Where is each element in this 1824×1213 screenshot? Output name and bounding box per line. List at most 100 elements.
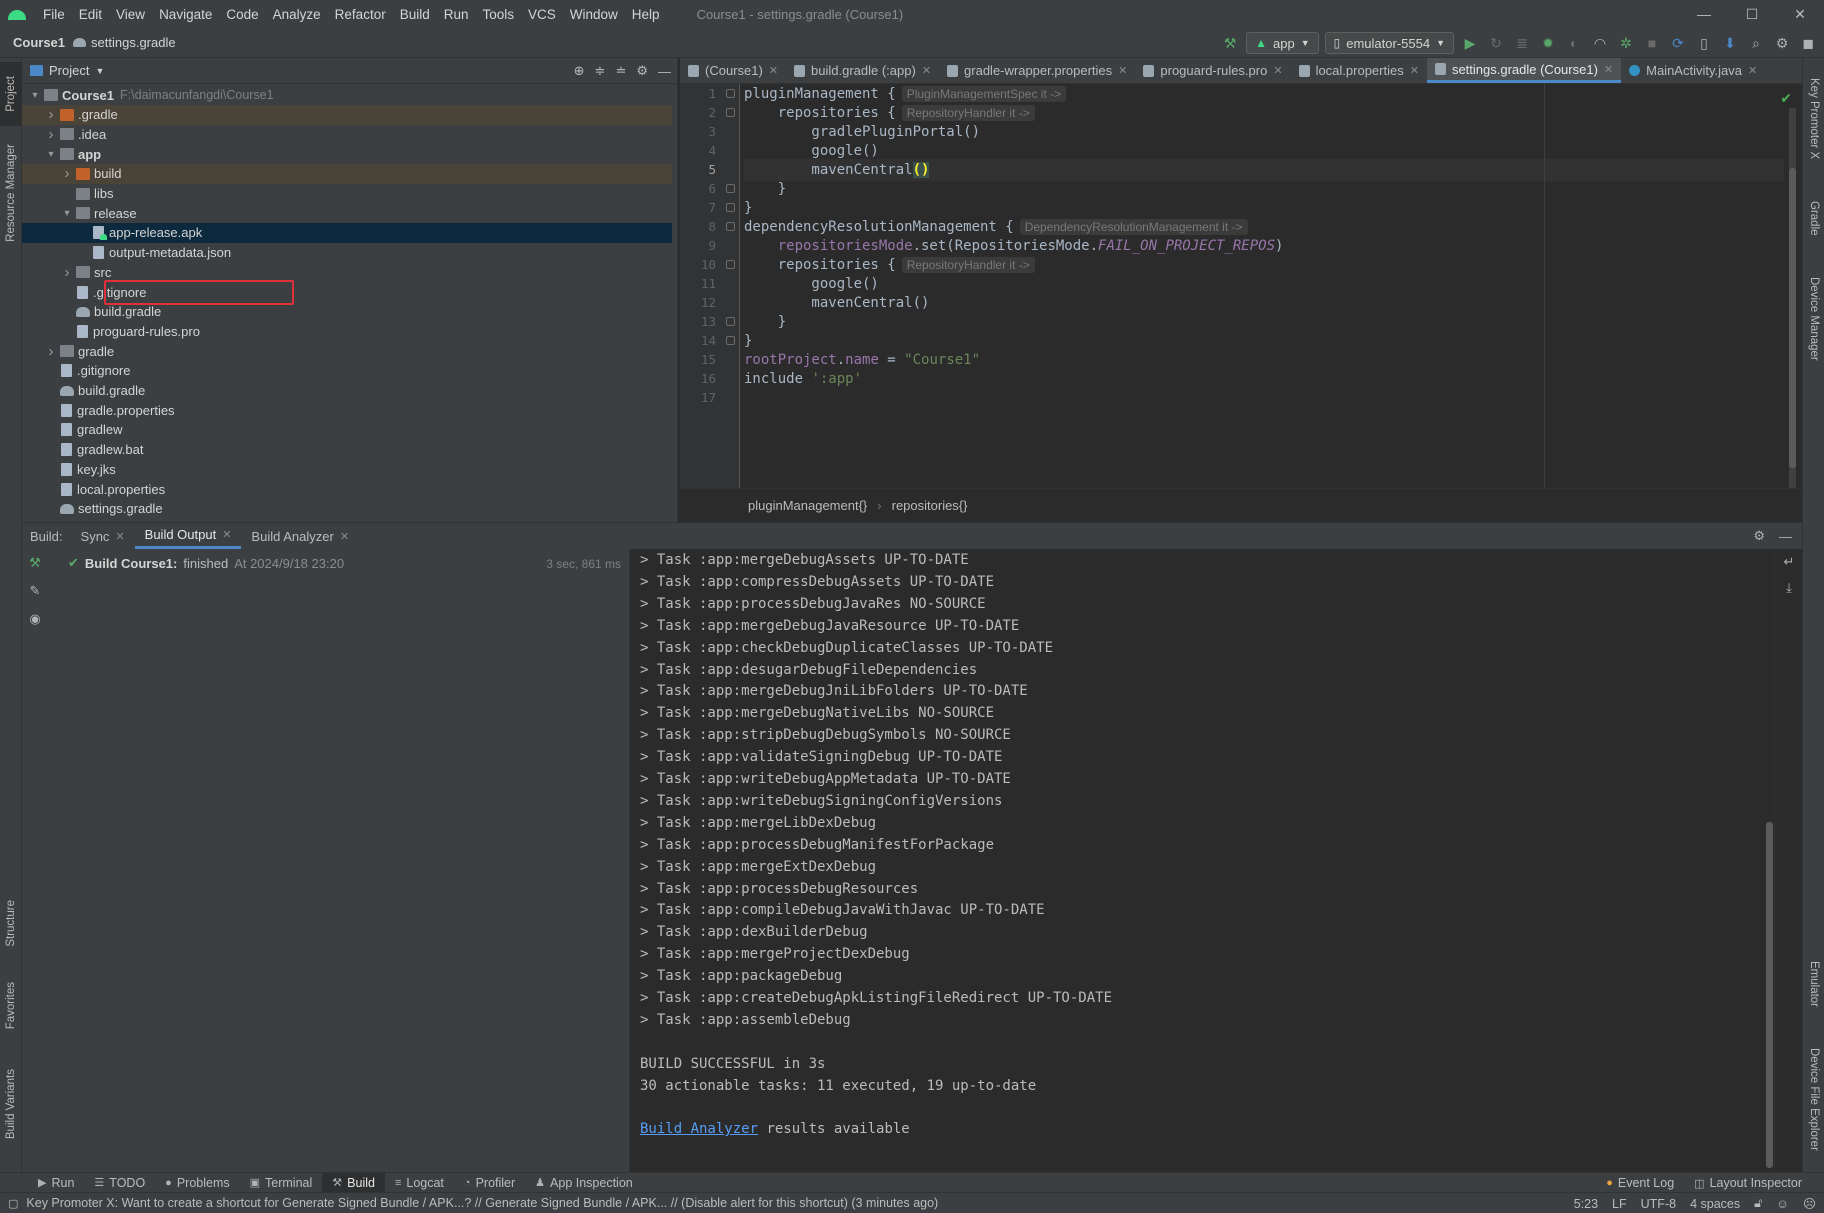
no-problems-check-icon[interactable]: ✔ — [1780, 90, 1792, 107]
menu-refactor[interactable]: Refactor — [328, 7, 393, 22]
lock-icon[interactable]: 🔓︎ — [1754, 1196, 1762, 1211]
account-icon[interactable]: ◼ — [1798, 33, 1818, 53]
bottom-tool-event-log[interactable]: ● Event Log — [1596, 1173, 1684, 1193]
tree-item[interactable]: key.jks — [22, 459, 672, 479]
tree-item[interactable]: ▾ release — [22, 203, 672, 223]
gradle-sync-icon[interactable]: ⟳ — [1668, 33, 1688, 53]
editor-tab[interactable]: proguard-rules.pro ✕ — [1135, 58, 1290, 83]
editor-tab[interactable]: (Course1) ✕ — [680, 58, 786, 83]
bottom-tool-build[interactable]: ⚒ Build — [322, 1172, 385, 1193]
pin-icon[interactable]: ✎ — [22, 577, 48, 605]
line-separator[interactable]: LF — [1612, 1197, 1627, 1211]
tree-item[interactable]: local.properties — [22, 479, 672, 499]
fold-marker-icon[interactable] — [726, 89, 735, 98]
project-view-select[interactable]: Project ▼ — [30, 63, 104, 78]
build-tab[interactable]: Build Output ✕ — [134, 523, 242, 549]
tree-item[interactable]: build.gradle — [22, 302, 672, 322]
editor-tab[interactable]: gradle-wrapper.properties ✕ — [939, 58, 1135, 83]
code-area[interactable]: pluginManagement {PluginManagementSpec i… — [744, 84, 1784, 488]
editor-tab[interactable]: MainActivity.java ✕ — [1621, 58, 1765, 83]
build-output-scrollbar[interactable] — [1766, 822, 1773, 1168]
bottom-tool-profiler[interactable]: ◔ Profiler — [454, 1173, 525, 1193]
editor-tab[interactable]: local.properties ✕ — [1291, 58, 1427, 83]
chevron-right-icon[interactable]: › — [60, 264, 74, 281]
menu-build[interactable]: Build — [393, 7, 437, 22]
gear-icon[interactable]: ⚙ — [636, 63, 648, 79]
menu-code[interactable]: Code — [219, 7, 265, 22]
fold-marker-icon[interactable] — [726, 203, 735, 212]
close-tab-icon[interactable]: ✕ — [769, 64, 778, 77]
chevron-right-icon[interactable]: › — [44, 106, 58, 123]
tool-window-structure[interactable]: Structure — [0, 888, 22, 958]
rerun-icon[interactable]: ↻ — [1486, 33, 1506, 53]
profile-icon[interactable]: ◠ — [1590, 33, 1610, 53]
gear-icon[interactable]: ⚙ — [1772, 33, 1792, 53]
nav-file[interactable]: settings.gradle — [73, 35, 176, 50]
locate-file-icon[interactable]: ⊕ — [574, 63, 585, 79]
menu-analyze[interactable]: Analyze — [266, 7, 328, 22]
menu-file[interactable]: File — [36, 7, 72, 22]
menu-view[interactable]: View — [109, 7, 152, 22]
chevron-right-icon[interactable]: › — [44, 126, 58, 143]
smiley-icon[interactable]: ☺ — [1776, 1197, 1789, 1211]
notifications-icon[interactable]: ☹ — [1803, 1196, 1816, 1211]
tool-window-project[interactable]: Project — [0, 62, 22, 126]
fold-marker-icon[interactable] — [726, 222, 735, 231]
editor-tab[interactable]: settings.gradle (Course1) ✕ — [1426, 58, 1622, 83]
bottom-tool-layout-inspector[interactable]: ◫ Layout Inspector — [1684, 1173, 1812, 1193]
tree-item[interactable]: app-release.apk — [22, 222, 672, 243]
build-status-row[interactable]: ✔ Build Course1: finished At 2024/9/18 2… — [68, 555, 344, 571]
scroll-to-end-icon[interactable]: ⤓ — [1775, 575, 1803, 601]
debug-icon[interactable]: ✹ — [1538, 33, 1558, 53]
bottom-tool-run[interactable]: ▶ Run — [28, 1173, 84, 1193]
tree-item[interactable]: libs — [22, 184, 672, 204]
tree-item[interactable]: › build — [22, 163, 672, 184]
caret-position[interactable]: 5:23 — [1574, 1197, 1598, 1211]
menu-navigate[interactable]: Navigate — [152, 7, 219, 22]
tree-item[interactable]: .gitignore — [22, 282, 672, 302]
tool-window-emulator[interactable]: Emulator — [1803, 948, 1824, 1020]
tree-item[interactable]: gradlew.bat — [22, 440, 672, 460]
tree-item[interactable]: › src — [22, 262, 672, 282]
fold-marker-icon[interactable] — [726, 260, 735, 269]
tool-window-build-variants[interactable]: Build Variants — [0, 1054, 22, 1154]
status-message[interactable]: Key Promoter X: Want to create a shortcu… — [26, 1196, 938, 1210]
build-tab[interactable]: Sync ✕ — [71, 523, 135, 549]
chevron-right-icon[interactable]: › — [60, 165, 74, 182]
fold-marker-icon[interactable] — [726, 108, 735, 117]
close-tab-icon[interactable]: ✕ — [1118, 64, 1127, 77]
tree-item[interactable]: .gitignore — [22, 361, 672, 381]
bottom-tool-problems[interactable]: ● Problems — [155, 1173, 239, 1193]
eye-icon[interactable]: ◉ — [22, 605, 48, 633]
tree-item[interactable]: build.gradle — [22, 381, 672, 401]
hide-panel-icon[interactable]: — — [1779, 529, 1792, 544]
breadcrumb-item[interactable]: repositories{} — [892, 498, 968, 513]
close-tab-icon[interactable]: ✕ — [115, 530, 124, 543]
close-tab-icon[interactable]: ✕ — [1604, 63, 1613, 76]
sdk-manager-icon[interactable]: ⬇ — [1720, 33, 1740, 53]
tree-item[interactable]: ▾ Course1 F:\daimacunfangdi\Course1 — [22, 85, 672, 105]
build-tab[interactable]: Build Analyzer ✕ — [241, 523, 359, 549]
tool-window-resource-manager[interactable]: Resource Manager — [0, 138, 22, 248]
soft-wrap-icon[interactable]: ↵ — [1775, 549, 1803, 575]
tree-item[interactable]: ▾ app — [22, 144, 672, 164]
status-toggle-icon[interactable]: ▢ — [8, 1197, 18, 1210]
menu-window[interactable]: Window — [563, 7, 625, 22]
tree-item[interactable]: settings.gradle — [22, 499, 672, 519]
tree-item[interactable]: › .gradle — [22, 104, 672, 125]
build-analyzer-link[interactable]: Build Analyzer — [640, 1121, 758, 1137]
device-manager-icon[interactable]: ▯ — [1694, 33, 1714, 53]
collapse-all-icon[interactable]: ≐ — [615, 63, 626, 79]
tool-window-device-file-explorer[interactable]: Device File Explorer — [1803, 1034, 1824, 1164]
indent-setting[interactable]: 4 spaces — [1690, 1197, 1740, 1211]
tool-window-gradle[interactable]: Gradle — [1803, 188, 1824, 248]
run-config-select[interactable]: ▲ app ▼ — [1246, 32, 1319, 54]
tool-window-key-promoter[interactable]: Key Promoter X — [1803, 64, 1824, 174]
menu-help[interactable]: Help — [625, 7, 667, 22]
attach-debugger-icon[interactable]: ✲ — [1616, 33, 1636, 53]
tree-item[interactable]: output-metadata.json — [22, 243, 672, 263]
chevron-down-icon[interactable]: ▾ — [28, 90, 42, 101]
close-tab-icon[interactable]: ✕ — [1748, 64, 1757, 77]
fold-marker-icon[interactable] — [726, 184, 735, 193]
run-icon[interactable]: ▶ — [1460, 33, 1480, 53]
